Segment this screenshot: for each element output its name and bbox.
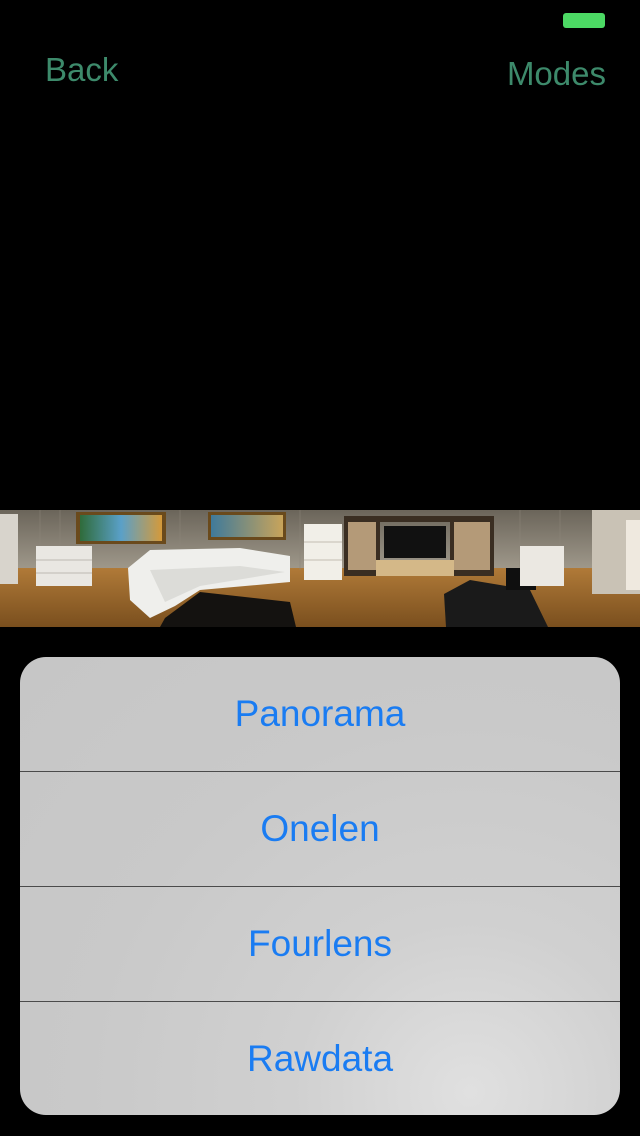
mode-action-sheet: Panorama Onelen Fourlens Rawdata xyxy=(20,657,620,1115)
modes-button[interactable]: Modes xyxy=(507,57,606,90)
fourlens-mode-button[interactable]: Fourlens xyxy=(20,887,620,1001)
onelen-mode-button[interactable]: Onelen xyxy=(20,772,620,886)
panorama-mode-button[interactable]: Panorama xyxy=(20,657,620,771)
panorama-image xyxy=(0,510,640,627)
panorama-preview[interactable] xyxy=(0,510,640,627)
back-button[interactable]: Back xyxy=(45,53,118,86)
battery-icon xyxy=(563,13,605,28)
screen: Back Modes Panorama Onelen Fourlens Rawd… xyxy=(0,0,640,1136)
rawdata-mode-button[interactable]: Rawdata xyxy=(20,1002,620,1115)
